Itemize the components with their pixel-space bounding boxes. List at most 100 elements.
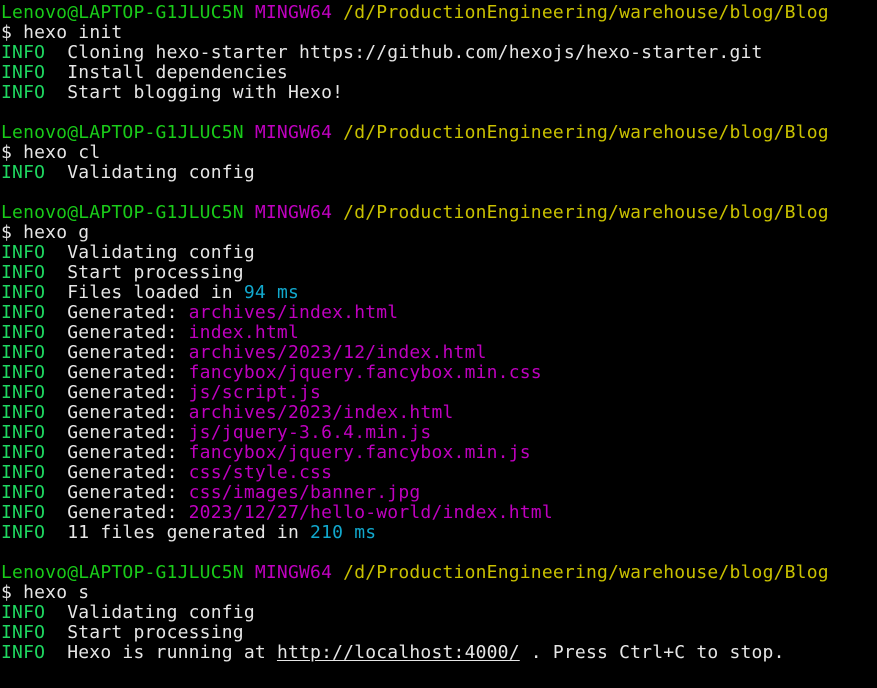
generated-file-path: archives/index.html — [188, 302, 399, 323]
prompt-user-host: Lenovo@LAPTOP-G1JLUC5N — [1, 202, 244, 223]
generated-file-line: INFO Generated: js/script.js — [1, 383, 877, 403]
generated-file-line: INFO Generated: archives/index.html — [1, 303, 877, 323]
command-text: hexo init — [23, 22, 123, 43]
load-time: 94 ms — [243, 282, 300, 303]
output-text: . Press Ctrl+C to stop. — [519, 642, 785, 663]
output-text: 11 files generated in — [67, 522, 311, 543]
info-tag: INFO — [1, 642, 46, 663]
localhost-link[interactable]: http://localhost:4000/ — [277, 642, 520, 663]
output-text: Cloning hexo-starter https://github.com/… — [67, 42, 763, 63]
info-tag: INFO — [1, 302, 46, 323]
generated-file-path: fancybox/jquery.fancybox.min.css — [188, 362, 542, 383]
output-line: INFO Start processing — [1, 263, 877, 283]
generated-file-path: js/script.js — [188, 382, 322, 403]
prompt-path: /d/ProductionEngineering/warehouse/blog/… — [343, 2, 829, 23]
info-tag: INFO — [1, 62, 46, 83]
prompt-line: Lenovo@LAPTOP-G1JLUC5N MINGW64 /d/Produc… — [1, 3, 877, 23]
info-tag: INFO — [1, 402, 46, 423]
output-line: INFO 11 files generated in 210 ms — [1, 523, 877, 543]
output-text: Validating config — [67, 602, 255, 623]
command-text: hexo g — [23, 222, 90, 243]
output-line: INFO Files loaded in 94 ms — [1, 283, 877, 303]
prompt-env: MINGW64 — [254, 562, 333, 583]
generated-file-line: INFO Generated: archives/2023/index.html — [1, 403, 877, 423]
generated-file-path: js/jquery-3.6.4.min.js — [188, 422, 432, 443]
prompt-symbol: $ — [1, 142, 13, 163]
output-text: Start blogging with Hexo! — [67, 82, 344, 103]
generated-label: Generated: — [67, 502, 189, 523]
command-line: $ hexo g — [1, 223, 877, 243]
command-line: $ hexo init — [1, 23, 877, 43]
prompt-env: MINGW64 — [254, 122, 333, 143]
generated-label: Generated: — [67, 342, 189, 363]
prompt-symbol: $ — [1, 222, 13, 243]
generated-file-line: INFO Generated: css/style.css — [1, 463, 877, 483]
info-tag: INFO — [1, 502, 46, 523]
info-tag: INFO — [1, 162, 46, 183]
info-tag: INFO — [1, 382, 46, 403]
generated-label: Generated: — [67, 422, 189, 443]
generated-label: Generated: — [67, 362, 189, 383]
generated-file-line: INFO Generated: fancybox/jquery.fancybox… — [1, 363, 877, 383]
info-tag: INFO — [1, 242, 46, 263]
output-line: INFO Start processing — [1, 623, 877, 643]
command-line: $ hexo cl — [1, 143, 877, 163]
prompt-env: MINGW64 — [254, 202, 333, 223]
info-tag: INFO — [1, 282, 46, 303]
info-tag: INFO — [1, 262, 46, 283]
generated-label: Generated: — [67, 462, 189, 483]
generated-file-path: css/style.css — [188, 462, 333, 483]
generated-label: Generated: — [67, 442, 189, 463]
generated-file-line: INFO Generated: css/images/banner.jpg — [1, 483, 877, 503]
generated-file-path: archives/2023/index.html — [188, 402, 454, 423]
prompt-symbol: $ — [1, 582, 13, 603]
info-tag: INFO — [1, 482, 46, 503]
output-text: Hexo is running at — [67, 642, 277, 663]
output-text: Install dependencies — [67, 62, 288, 83]
prompt-symbol: $ — [1, 22, 13, 43]
command-line: $ hexo s — [1, 583, 877, 603]
output-text: Files loaded in — [67, 282, 244, 303]
output-line: INFO Cloning hexo-starter https://github… — [1, 43, 877, 63]
generated-file-path: archives/2023/12/index.html — [188, 342, 487, 363]
output-line: INFO Validating config — [1, 243, 877, 263]
prompt-user-host: Lenovo@LAPTOP-G1JLUC5N — [1, 2, 244, 23]
output-text: Start processing — [67, 262, 244, 283]
info-tag: INFO — [1, 422, 46, 443]
info-tag: INFO — [1, 82, 46, 103]
generated-file-path: css/images/banner.jpg — [188, 482, 421, 503]
generated-label: Generated: — [67, 482, 189, 503]
prompt-line: Lenovo@LAPTOP-G1JLUC5N MINGW64 /d/Produc… — [1, 563, 877, 583]
prompt-user-host: Lenovo@LAPTOP-G1JLUC5N — [1, 562, 244, 583]
prompt-path: /d/ProductionEngineering/warehouse/blog/… — [343, 562, 829, 583]
generated-label: Generated: — [67, 322, 189, 343]
generated-file-path: index.html — [188, 322, 300, 343]
output-line: INFO Start blogging with Hexo! — [1, 83, 877, 103]
generated-label: Generated: — [67, 382, 189, 403]
output-line: INFO Validating config — [1, 603, 877, 623]
info-tag: INFO — [1, 342, 46, 363]
output-line: INFO Hexo is running at http://localhost… — [1, 643, 877, 663]
generated-file-line: INFO Generated: archives/2023/12/index.h… — [1, 343, 877, 363]
prompt-line: Lenovo@LAPTOP-G1JLUC5N MINGW64 /d/Produc… — [1, 123, 877, 143]
prompt-path: /d/ProductionEngineering/warehouse/blog/… — [343, 202, 829, 223]
info-tag: INFO — [1, 442, 46, 463]
generated-file-line: INFO Generated: 2023/12/27/hello-world/i… — [1, 503, 877, 523]
generated-file-line: INFO Generated: index.html — [1, 323, 877, 343]
prompt-user-host: Lenovo@LAPTOP-G1JLUC5N — [1, 122, 244, 143]
output-line: INFO Validating config — [1, 163, 877, 183]
prompt-path: /d/ProductionEngineering/warehouse/blog/… — [343, 122, 829, 143]
output-line: INFO Install dependencies — [1, 63, 877, 83]
generate-time: 210 ms — [310, 522, 377, 543]
info-tag: INFO — [1, 322, 46, 343]
generated-file-line: INFO Generated: js/jquery-3.6.4.min.js — [1, 423, 877, 443]
terminal-window[interactable]: Lenovo@LAPTOP-G1JLUC5N MINGW64 /d/Produc… — [0, 0, 877, 688]
generated-label: Generated: — [67, 402, 189, 423]
info-tag: INFO — [1, 362, 46, 383]
info-tag: INFO — [1, 522, 46, 543]
generated-file-line: INFO Generated: fancybox/jquery.fancybox… — [1, 443, 877, 463]
output-text: Validating config — [67, 242, 255, 263]
